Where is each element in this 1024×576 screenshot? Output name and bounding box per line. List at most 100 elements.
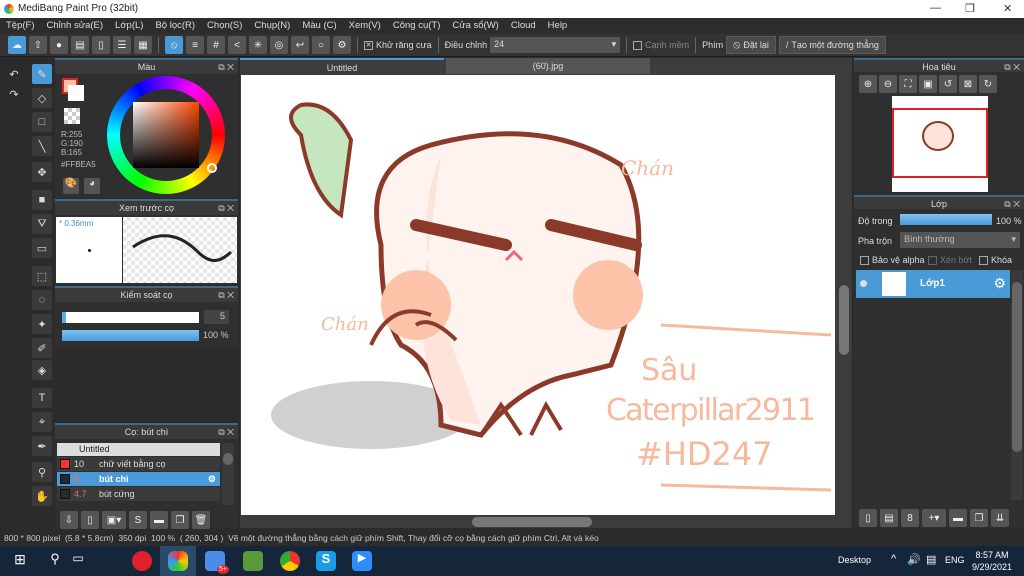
page-icon[interactable]: ▯ <box>92 36 110 54</box>
notification-icon[interactable]: ▤ <box>926 553 936 566</box>
select-rect-icon[interactable]: ⬚ <box>32 266 52 286</box>
transparent-color-swatch[interactable] <box>64 108 80 124</box>
fill-tool-icon[interactable]: ⛛ <box>32 214 52 234</box>
snap-off-icon[interactable]: ⦸ <box>165 36 183 54</box>
protect-alpha-checkbox[interactable]: Bảo vệ alpha <box>860 255 925 266</box>
cloud-brush-icon[interactable]: ⇩ <box>60 511 78 529</box>
rotate-right-icon[interactable]: ↻ <box>979 75 997 93</box>
brush-size-slider[interactable] <box>62 312 199 323</box>
menu-edit[interactable]: Chỉnh sửa(E) <box>41 18 110 34</box>
new-brush-icon[interactable]: ▯ <box>81 511 99 529</box>
menu-filter[interactable]: Bộ lọc(R) <box>149 18 201 34</box>
zoom-app-icon[interactable]: ▶ <box>352 551 372 571</box>
menu-tools[interactable]: Công cụ(T) <box>387 18 447 34</box>
skype-icon[interactable]: S <box>316 551 336 571</box>
background-color-swatch[interactable] <box>68 85 84 101</box>
grid-edit-icon[interactable]: ▦ <box>134 36 152 54</box>
menu-select[interactable]: Chọn(S) <box>201 18 248 34</box>
duplicate-icon[interactable]: ❐ <box>171 511 189 529</box>
language-indicator[interactable]: ENG <box>945 555 965 565</box>
windows-start-icon[interactable]: ⊞ <box>10 551 30 571</box>
merge-layer-icon[interactable]: ⇊ <box>991 509 1009 527</box>
list-icon[interactable]: ☰ <box>113 36 131 54</box>
saturation-square[interactable] <box>133 102 199 168</box>
comment-icon[interactable]: ● <box>50 36 68 54</box>
add-brush-menu-icon[interactable]: ▣▾ <box>102 511 126 529</box>
chrome-icon[interactable] <box>280 551 300 571</box>
create-line-button[interactable]: / Tạo một đường thẳng <box>778 36 886 54</box>
palette-add-icon[interactable]: ◕ <box>84 178 100 194</box>
task-view-icon[interactable]: ▭ <box>68 551 88 571</box>
brush-opacity-slider[interactable] <box>62 330 199 341</box>
layer-folder-icon[interactable]: ▬ <box>949 509 967 527</box>
rotate-reset-icon[interactable]: ⊠ <box>959 75 977 93</box>
panel-close-icon[interactable]: ⧉ ✕ <box>218 60 234 74</box>
radial-snap-icon[interactable]: ✳ <box>249 36 267 54</box>
menu-cloud[interactable]: Cloud <box>505 18 542 34</box>
brush-size-input[interactable]: 5 <box>204 310 229 324</box>
menu-layer[interactable]: Lớp(L) <box>109 18 149 34</box>
brush-item[interactable]: 4.7 bút cứng <box>57 487 220 501</box>
line-tool-icon[interactable]: ╲ <box>32 136 52 156</box>
adjust-select[interactable]: 24 ▾ <box>490 37 621 53</box>
cloud-icon[interactable]: ☁ <box>8 36 26 54</box>
game-icon[interactable] <box>243 551 263 571</box>
panel-close-icon[interactable]: ⧉ ✕ <box>218 288 234 302</box>
new-halftone-layer-icon[interactable]: ▤ <box>880 509 898 527</box>
brush-item[interactable]: 10 chữ viết bằng cọ <box>57 457 220 471</box>
layer-settings-icon[interactable]: ⚙ <box>993 275 1006 292</box>
panel-close-icon[interactable]: ⧉ ✕ <box>218 425 234 439</box>
tab-untitled[interactable]: Untitled <box>240 58 444 74</box>
select-eraser-icon[interactable]: ◈ <box>32 360 52 380</box>
layer-row[interactable]: Lớp1 ⚙ <box>856 270 1010 298</box>
brush-settings-icon[interactable]: ⚙ <box>208 472 216 486</box>
parallel-snap-icon[interactable]: ≡ <box>186 36 204 54</box>
ellipse-snap-icon[interactable]: ○ <box>312 36 330 54</box>
text-tool-icon[interactable]: T <box>32 388 52 408</box>
gradient-tool-icon[interactable]: ▭ <box>32 238 52 258</box>
brush-tool-icon[interactable]: ✎ <box>32 64 52 84</box>
close-button[interactable]: ✕ <box>1003 2 1012 15</box>
brush-script-icon[interactable]: S <box>129 511 147 529</box>
eyedropper-icon[interactable]: ⚲ <box>32 462 52 482</box>
palette-icon[interactable]: 🎨 <box>63 178 79 194</box>
zoom-out-icon[interactable]: ⊖ <box>879 75 897 93</box>
menu-color[interactable]: Màu (C) <box>296 18 342 34</box>
drawing-canvas[interactable]: Chán Chán Sâu Caterpillar2911 #HD247 <box>241 75 835 515</box>
shape-tool-icon[interactable]: ■ <box>32 190 52 210</box>
panel-close-icon[interactable]: ⧉ ✕ <box>1004 197 1020 211</box>
vertical-scrollbar[interactable] <box>837 75 851 515</box>
lasso-icon[interactable]: ◌ <box>32 290 52 310</box>
zoom-in-icon[interactable]: ⊕ <box>859 75 877 93</box>
medibang-task-button[interactable] <box>160 546 196 576</box>
delete-icon[interactable]: 🗑 <box>192 511 210 529</box>
layer-list-scrollbar[interactable] <box>1011 270 1023 500</box>
hand-tool-icon[interactable]: ✋ <box>32 486 52 506</box>
navigator-thumbnail[interactable] <box>892 96 988 192</box>
hue-handle[interactable] <box>207 163 217 173</box>
hue-ring[interactable] <box>107 76 225 194</box>
desktop-toolbar-label[interactable]: Desktop <box>838 555 871 565</box>
panel-close-icon[interactable]: ⧉ ✕ <box>218 201 234 215</box>
message-icon[interactable]: ▤ <box>71 36 89 54</box>
concentric-snap-icon[interactable]: ◎ <box>270 36 288 54</box>
magic-wand-icon[interactable]: ✦ <box>32 314 52 334</box>
add-layer-menu-icon[interactable]: +▾ <box>922 509 946 527</box>
brush-group-untitled[interactable]: Untitled <box>57 443 220 456</box>
search-icon[interactable]: ⚲ <box>45 551 65 571</box>
maximize-button[interactable]: ❐ <box>965 2 975 15</box>
menu-help[interactable]: Help <box>542 18 574 34</box>
opera-icon[interactable] <box>132 551 152 571</box>
clip-checkbox[interactable]: Xén bớt <box>928 255 972 266</box>
layer-opacity-slider[interactable] <box>900 214 992 225</box>
undo-icon[interactable]: ↶ <box>4 64 24 84</box>
operation-tool-icon[interactable]: ⌖ <box>32 412 52 432</box>
duplicate-layer-icon[interactable]: ❐ <box>970 509 988 527</box>
new-layer-icon[interactable]: ▯ <box>859 509 877 527</box>
visibility-icon[interactable] <box>860 280 867 287</box>
tab-60-jpg[interactable]: (60).jpg <box>446 58 650 74</box>
blend-mode-select[interactable]: Bình thường ▾ <box>900 232 1020 248</box>
fit-icon[interactable]: ⛶ <box>899 75 917 93</box>
rotate-left-icon[interactable]: ↺ <box>939 75 957 93</box>
share-icon[interactable]: ⇧ <box>29 36 47 54</box>
